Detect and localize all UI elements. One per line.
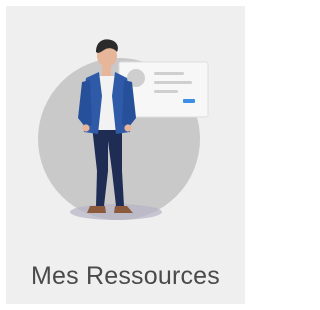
tile-label: Mes Ressources [31, 262, 220, 290]
card-line [154, 81, 192, 84]
right-hand [124, 124, 132, 132]
card-line [154, 90, 178, 93]
person-presenting-card-icon [38, 39, 209, 220]
left-hand [82, 124, 90, 132]
card-line [154, 72, 184, 75]
card-button [183, 99, 195, 103]
neck [102, 66, 111, 76]
mes-ressources-tile[interactable]: Mes Ressources [6, 6, 245, 304]
left-shoe [87, 206, 106, 213]
